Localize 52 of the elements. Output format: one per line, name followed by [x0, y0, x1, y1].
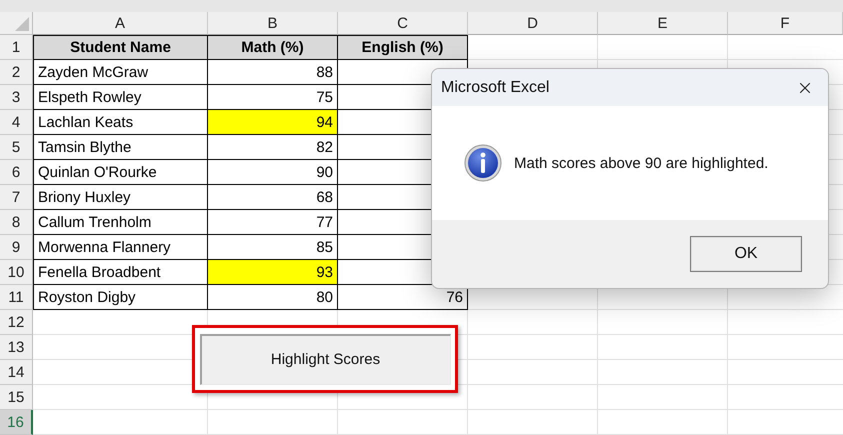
- row-header[interactable]: 2: [0, 60, 33, 85]
- table-cell: Lachlan Keats: [33, 110, 208, 135]
- row-header[interactable]: 6: [0, 160, 33, 185]
- header-cell: English (%): [338, 35, 468, 60]
- dialog-message: Math scores above 90 are highlighted.: [514, 154, 768, 172]
- row-header[interactable]: 4: [0, 110, 33, 135]
- select-all-icon[interactable]: [15, 17, 29, 31]
- row-header[interactable]: 7: [0, 185, 33, 210]
- column-header[interactable]: B: [208, 12, 338, 35]
- row-header[interactable]: 13: [0, 335, 33, 360]
- table-cell: 80: [208, 285, 338, 310]
- table-cell: 90: [208, 160, 338, 185]
- table-cell: 88: [208, 60, 338, 85]
- table-cell: 77: [208, 210, 338, 235]
- row-header[interactable]: 1: [0, 35, 33, 60]
- table-cell: Quinlan O'Rourke: [33, 160, 208, 185]
- dialog-title: Microsoft Excel: [441, 78, 550, 96]
- row-header[interactable]: 5: [0, 135, 33, 160]
- table-cell: Fenella Broadbent: [33, 260, 208, 285]
- info-icon: [464, 144, 502, 182]
- row-header[interactable]: 3: [0, 85, 33, 110]
- header-cell: Math (%): [208, 35, 338, 60]
- table-cell: 94: [208, 110, 338, 135]
- select-all-corner[interactable]: [0, 12, 33, 35]
- column-header[interactable]: F: [728, 12, 843, 35]
- ok-button[interactable]: OK: [690, 236, 802, 272]
- row-header[interactable]: 11: [0, 285, 33, 310]
- column-header[interactable]: E: [598, 12, 728, 35]
- row-header[interactable]: 14: [0, 360, 33, 385]
- row-header[interactable]: 10: [0, 260, 33, 285]
- table-cell: 75: [208, 85, 338, 110]
- header-cell: Student Name: [33, 35, 208, 60]
- table-cell: 82: [208, 135, 338, 160]
- table-cell: Briony Huxley: [33, 185, 208, 210]
- column-header[interactable]: A: [33, 12, 208, 35]
- row-header[interactable]: 12: [0, 310, 33, 335]
- table-cell: 85: [208, 235, 338, 260]
- row-header[interactable]: 16: [0, 410, 33, 435]
- row-header[interactable]: 9: [0, 235, 33, 260]
- table-cell: Royston Digby: [33, 285, 208, 310]
- table-cell: Tamsin Blythe: [33, 135, 208, 160]
- table-cell: 93: [208, 260, 338, 285]
- table-cell: Morwenna Flannery: [33, 235, 208, 260]
- column-header[interactable]: D: [468, 12, 598, 35]
- table-cell: Zayden McGraw: [33, 60, 208, 85]
- table-cell: Callum Trenholm: [33, 210, 208, 235]
- highlight-scores-button[interactable]: Highlight Scores: [200, 334, 450, 384]
- row-header[interactable]: 15: [0, 385, 33, 410]
- table-cell: Elspeth Rowley: [33, 85, 208, 110]
- row-header[interactable]: 8: [0, 210, 33, 235]
- table-cell: 68: [208, 185, 338, 210]
- column-header[interactable]: C: [338, 12, 468, 35]
